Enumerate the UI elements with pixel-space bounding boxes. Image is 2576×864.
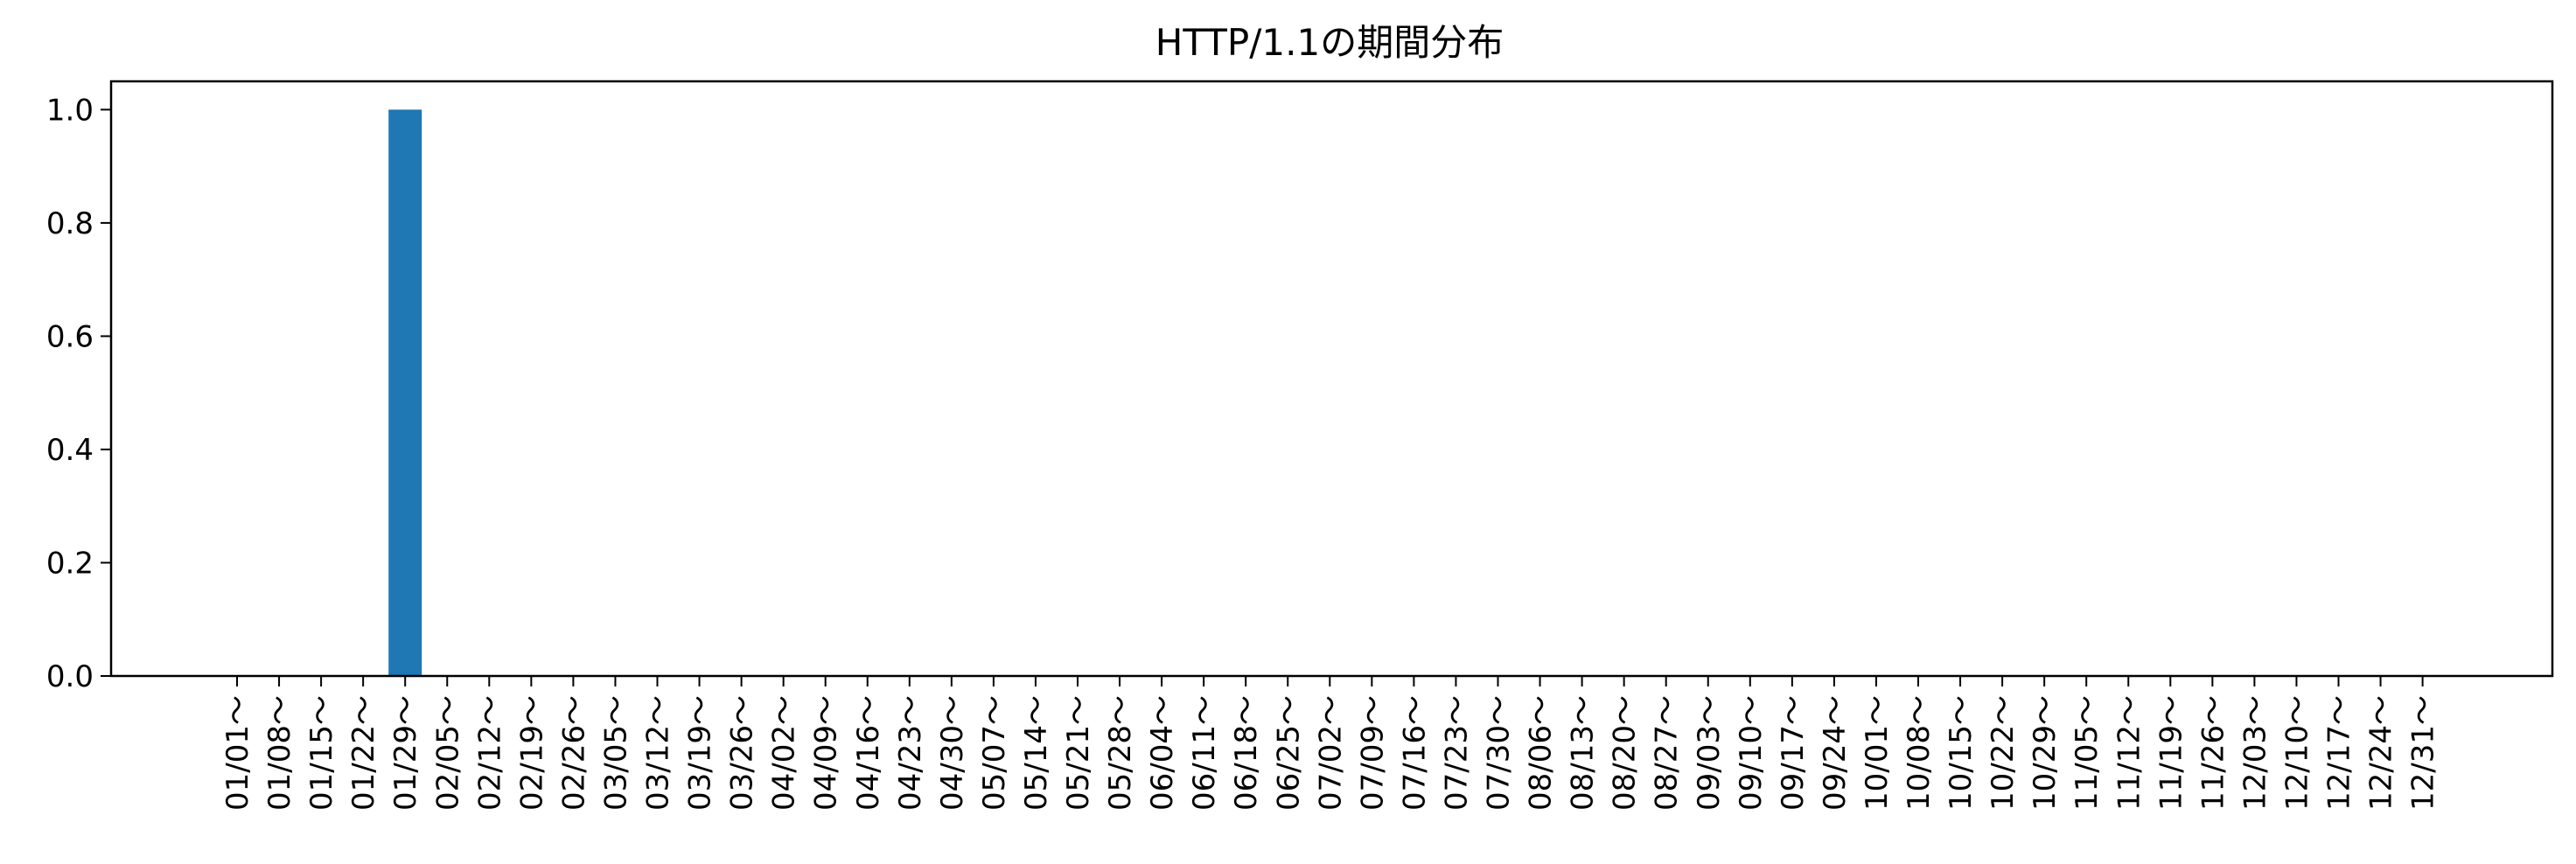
x-tick-label: 02/05～ xyxy=(430,695,465,811)
x-tick-label: 04/23～ xyxy=(893,695,928,811)
x-tick-label: 01/01～ xyxy=(220,695,255,811)
x-tick-label: 11/05～ xyxy=(2070,695,2105,811)
x-tick-label: 10/08～ xyxy=(1902,695,1937,811)
x-tick-label: 08/27～ xyxy=(1650,695,1685,811)
x-tick-label: 11/26～ xyxy=(2196,695,2230,811)
x-tick-label: 07/16～ xyxy=(1397,695,1432,811)
x-tick-label: 01/29～ xyxy=(388,695,423,811)
x-tick-label: 01/08～ xyxy=(262,695,297,811)
x-tick-label: 09/03～ xyxy=(1692,695,1727,811)
x-tick-label: 10/01～ xyxy=(1860,695,1895,811)
x-tick-label: 08/20～ xyxy=(1608,695,1643,811)
x-tick-label: 12/17～ xyxy=(2322,695,2357,811)
x-tick-label: 03/26～ xyxy=(725,695,760,811)
x-tick-label: 10/15～ xyxy=(1944,695,1979,811)
bar-chart: HTTP/1.1の期間分布 0.00.20.40.60.81.0 01/01～ 0… xyxy=(46,21,2554,811)
bars xyxy=(388,109,422,676)
x-tick-label: 02/19～ xyxy=(514,695,549,811)
x-tick-label: 08/13～ xyxy=(1566,695,1601,811)
y-axis: 0.0 0.2 0.4 0.6 0.8 1.0 xyxy=(46,93,111,694)
y-tick-label: 0.0 xyxy=(46,659,94,694)
x-tick-label: 09/17～ xyxy=(1776,695,1811,811)
x-tick-label: 10/29～ xyxy=(2028,695,2063,811)
x-tick-label: 07/02～ xyxy=(1313,695,1348,811)
x-tick-label: 06/04～ xyxy=(1145,695,1180,811)
y-tick-label: 1.0 xyxy=(46,93,94,128)
x-tick-label: 05/14～ xyxy=(1019,695,1054,811)
x-tick-label: 01/22～ xyxy=(346,695,381,811)
y-tick-label: 0.2 xyxy=(46,546,94,581)
x-tick-label: 08/06～ xyxy=(1524,695,1559,811)
x-tick-label: 07/23～ xyxy=(1439,695,1474,811)
plot-frame xyxy=(109,80,2554,678)
x-tick-label: 07/30～ xyxy=(1482,695,1517,811)
x-tick-label: 02/26～ xyxy=(556,695,591,811)
x-tick-label: 11/19～ xyxy=(2154,695,2189,811)
x-tick-label: 12/10～ xyxy=(2279,695,2314,811)
x-tick-label: 07/09～ xyxy=(1355,695,1390,811)
x-tick-label: 12/24～ xyxy=(2364,695,2399,811)
chart-title: HTTP/1.1の期間分布 xyxy=(1155,21,1504,64)
x-tick-label: 06/25～ xyxy=(1271,695,1306,811)
y-tick-label: 0.4 xyxy=(46,433,94,468)
x-tick-label: 04/02～ xyxy=(767,695,802,811)
x-tick-label: 06/18～ xyxy=(1229,695,1264,811)
x-tick-label: 03/12～ xyxy=(641,695,676,811)
x-tick-label: 04/09～ xyxy=(809,695,844,811)
x-tick-label: 05/21～ xyxy=(1061,695,1096,811)
y-tick-label: 0.8 xyxy=(46,206,94,241)
x-tick-label: 05/07～ xyxy=(977,695,1012,811)
x-tick-label: 04/16～ xyxy=(851,695,886,811)
y-tick-label: 0.6 xyxy=(46,319,94,354)
x-tick-label: 06/11～ xyxy=(1187,695,1222,811)
x-tick-label: 11/12～ xyxy=(2112,695,2147,811)
x-tick-label: 04/30～ xyxy=(935,695,970,811)
x-tick-label: 10/22～ xyxy=(1986,695,2021,811)
bar xyxy=(388,109,422,676)
x-tick-label: 03/05～ xyxy=(598,695,633,811)
x-tick-label: 12/03～ xyxy=(2237,695,2272,811)
x-tick-label: 09/24～ xyxy=(1818,695,1853,811)
x-tick-label: 01/15～ xyxy=(304,695,339,811)
x-axis: 01/01～ 01/08～ 01/15～ 01/22～ 01/29～ 02/05～ 02/1… xyxy=(220,676,2441,811)
x-tick-label: 05/28～ xyxy=(1103,695,1138,811)
x-tick-label: 09/10～ xyxy=(1734,695,1769,811)
x-tick-label: 12/31～ xyxy=(2406,695,2441,811)
x-tick-label: 03/19～ xyxy=(683,695,718,811)
x-tick-label: 02/12～ xyxy=(472,695,507,811)
